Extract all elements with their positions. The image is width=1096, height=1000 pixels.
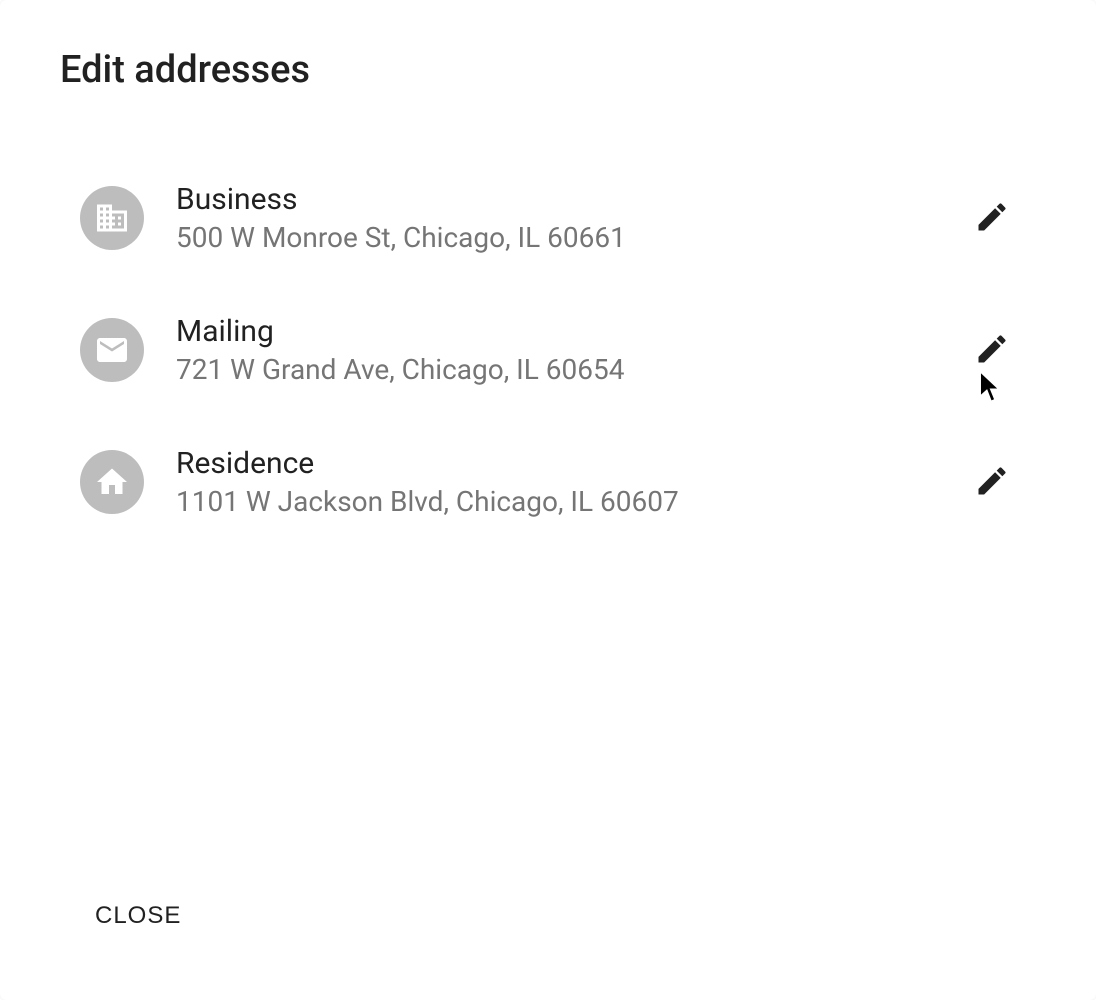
address-value: 1101 W Jackson Blvd, Chicago, IL 60607: [176, 485, 936, 518]
edit-mailing-button[interactable]: [968, 326, 1016, 374]
address-value: 721 W Grand Ave, Chicago, IL 60654: [176, 353, 936, 386]
home-icon: [80, 450, 144, 514]
address-row-mailing: Mailing 721 W Grand Ave, Chicago, IL 606…: [80, 284, 1036, 416]
address-row-residence: Residence 1101 W Jackson Blvd, Chicago, …: [80, 416, 1036, 548]
dialog-title: Edit addresses: [0, 0, 1096, 112]
edit-residence-button[interactable]: [968, 458, 1016, 506]
address-label: Residence: [176, 446, 936, 481]
close-button[interactable]: Close: [95, 892, 181, 940]
pencil-icon: [974, 199, 1010, 238]
edit-business-button[interactable]: [968, 194, 1016, 242]
address-value: 500 W Monroe St, Chicago, IL 60661: [176, 221, 936, 254]
address-text: Mailing 721 W Grand Ave, Chicago, IL 606…: [176, 314, 936, 386]
address-list: Business 500 W Monroe St, Chicago, IL 60…: [0, 112, 1096, 872]
address-label: Mailing: [176, 314, 936, 349]
edit-addresses-dialog: Edit addresses Business 500 W Monroe St,…: [0, 0, 1096, 1000]
address-text: Business 500 W Monroe St, Chicago, IL 60…: [176, 182, 936, 254]
address-label: Business: [176, 182, 936, 217]
pencil-icon: [974, 331, 1010, 370]
address-text: Residence 1101 W Jackson Blvd, Chicago, …: [176, 446, 936, 518]
address-row-business: Business 500 W Monroe St, Chicago, IL 60…: [80, 152, 1036, 284]
pencil-icon: [974, 463, 1010, 502]
business-icon: [80, 186, 144, 250]
mail-icon: [80, 318, 144, 382]
dialog-actions: Close: [0, 872, 1096, 970]
